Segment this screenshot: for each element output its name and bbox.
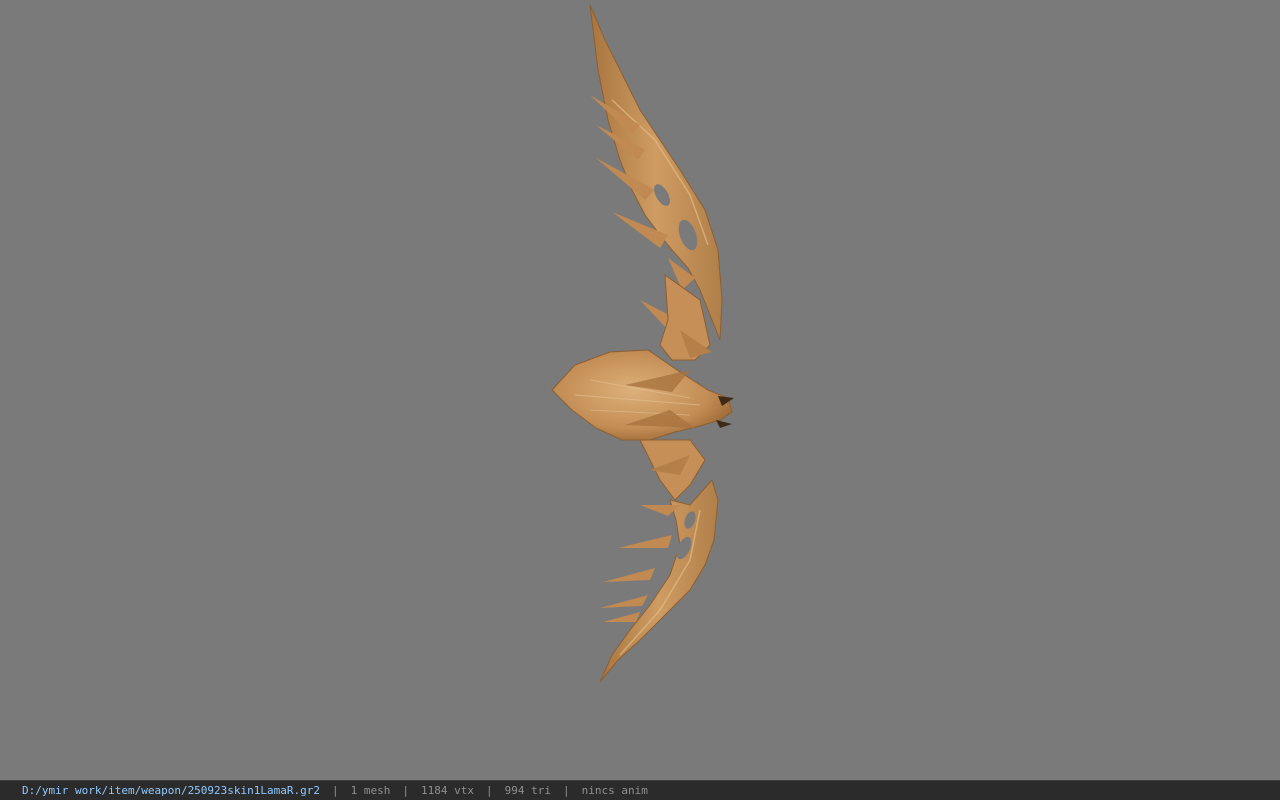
separator: |: [332, 784, 339, 797]
mesh-count: 1 mesh: [350, 784, 391, 797]
triangle-count: 994 tri: [504, 784, 551, 797]
3d-viewport[interactable]: [0, 0, 1280, 780]
file-path: D:/ymir work/item/weapon/250923skin1Lama…: [22, 784, 321, 797]
upper-blade: [589, 4, 723, 341]
lower-neck: [639, 439, 706, 501]
weapon-model-render: [551, 4, 734, 683]
vertex-count: 1184 vtx: [421, 784, 474, 797]
lower-blade: [599, 478, 719, 683]
animation-status: nincs anim: [581, 784, 648, 797]
separator: |: [402, 784, 410, 797]
separator: |: [486, 784, 493, 797]
separator: |: [562, 784, 570, 797]
hilt: [551, 349, 734, 441]
status-bar: D:/ymir work/item/weapon/250923skin1Lama…: [0, 780, 1280, 800]
